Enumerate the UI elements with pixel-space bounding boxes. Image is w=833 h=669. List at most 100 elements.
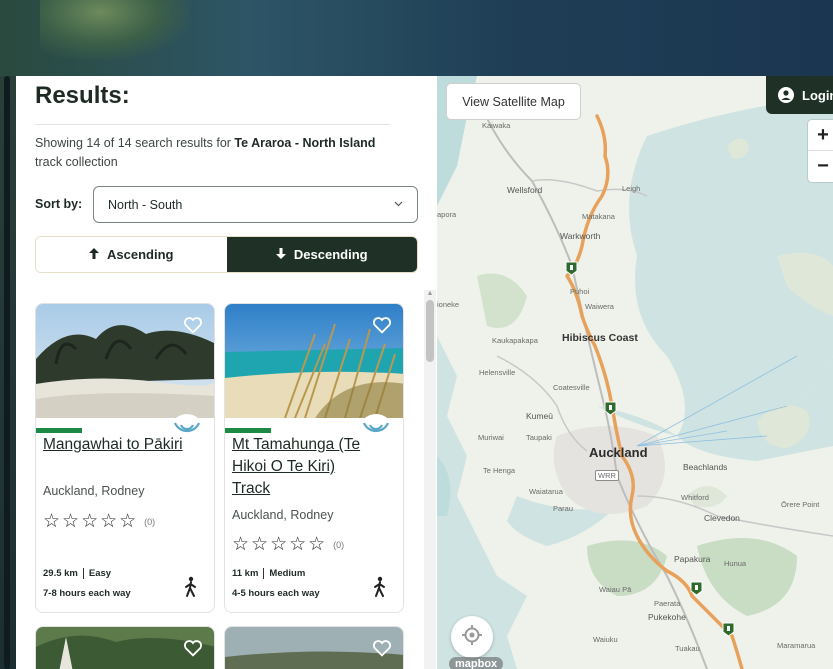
track-rating: ☆☆☆☆☆ (0)	[232, 533, 344, 556]
map-label-taupaki: Taupaki	[526, 433, 552, 442]
track-title[interactable]: Mangawhai to Pākiri	[43, 434, 183, 456]
difficulty-bar	[225, 428, 271, 433]
motorway-shield: WRR	[595, 470, 619, 481]
track-distance-difficulty: 29.5 km Easy	[43, 568, 111, 579]
map-label-puhoi: Puhoi	[570, 287, 590, 296]
track-rating: ☆☆☆☆☆ (0)	[43, 510, 155, 533]
map-label-auckland: Auckland	[589, 445, 648, 460]
map-label-maramarua: Maramarua	[777, 641, 816, 650]
walking-icon	[371, 576, 389, 598]
track-card[interactable]: Mt Tamahunga (Te Hikoi O Te Kiri) Track …	[224, 303, 404, 613]
heart-icon[interactable]	[371, 314, 393, 336]
separator	[82, 568, 84, 579]
crosshair-icon	[461, 624, 483, 651]
map-label-kumeu: Kumeū	[526, 411, 553, 421]
sort-order-toggle: Ascending Descending	[35, 236, 418, 273]
sort-select[interactable]: North - South	[93, 186, 418, 223]
track-marker-icon[interactable]	[722, 622, 735, 637]
track-marker-icon[interactable]	[690, 581, 703, 596]
track-title[interactable]: Mt Tamahunga (Te Hikoi O Te Kiri) Track	[232, 434, 372, 500]
map-label-kaiwaka: Kaiwaka	[482, 121, 511, 130]
track-time: 4-5 hours each way	[232, 588, 320, 599]
mapbox-attribution[interactable]: mapbox	[449, 657, 504, 669]
map-label-tuakau: Tuakau	[675, 644, 700, 653]
map-label-waiuku: Waiuku	[593, 635, 618, 644]
track-distance-difficulty: 11 km Medium	[232, 568, 305, 579]
map-label-coatesville: Coatesville	[553, 383, 590, 392]
map-label-papakura: Papakura	[674, 554, 711, 564]
track-time: 7-8 hours each way	[43, 588, 131, 599]
results-title: Results:	[35, 82, 130, 109]
rating-stars: ☆☆☆☆☆	[43, 511, 139, 532]
map-label-muriwai: Muriwai	[478, 433, 504, 442]
map-label-ioneke: ioneke	[437, 300, 460, 309]
heart-icon[interactable]	[182, 637, 204, 659]
scroll-up-icon[interactable]: ▲	[426, 290, 434, 298]
satellite-header-strip	[0, 0, 833, 76]
sort-select-value: North - South	[108, 197, 183, 212]
sort-label: Sort by:	[35, 197, 83, 211]
arrow-down-icon	[275, 247, 286, 262]
map-label-matakana: Matakana	[582, 212, 615, 221]
results-list: Mangawhai to Pākiri Auckland, Rodney ☆☆☆…	[35, 300, 413, 669]
map-label-whitford: Whitford	[681, 493, 709, 502]
track-difficulty: Medium	[269, 568, 306, 580]
map-label-helensville: Helensville	[479, 368, 516, 377]
track-card[interactable]	[224, 626, 404, 669]
walking-icon	[182, 576, 200, 598]
track-card[interactable]: Mangawhai to Pākiri Auckland, Rodney ☆☆☆…	[35, 303, 215, 613]
login-label: Login	[802, 87, 833, 103]
difficulty-bar	[36, 428, 82, 433]
track-location: Auckland, Rodney	[232, 508, 334, 522]
map-label-waiwera: Waiwera	[585, 302, 614, 311]
user-icon	[778, 87, 794, 103]
map-label-beachlands: Beachlands	[683, 462, 728, 472]
track-distance: 29.5 km	[43, 568, 78, 580]
map-label-te-henga: Te Henga	[483, 466, 516, 475]
geolocate-button[interactable]	[451, 616, 493, 658]
arrow-up-icon	[89, 247, 100, 262]
map-label-kaukapakapa: Kaukapakapa	[492, 336, 538, 345]
rating-count: (0)	[333, 539, 345, 550]
track-card[interactable]	[35, 626, 215, 669]
track-marker-icon[interactable]	[604, 401, 617, 416]
map-label-clevedon: Clevedon	[704, 513, 740, 523]
map-label-wellsford: Wellsford	[507, 185, 543, 195]
map-label-hibiscus-coast: Hibiscus Coast	[562, 332, 638, 344]
map-label-parau: Parau	[553, 504, 574, 513]
map-label-waiatarua: Waiatarua	[529, 487, 563, 496]
results-summary: Showing 14 of 14 search results for Te A…	[35, 134, 405, 172]
satellite-map-button[interactable]: View Satellite Map	[446, 83, 581, 120]
summary-prefix: Showing 14 of 14 search results for	[35, 136, 235, 150]
map-label-pukekohe: Pukekohe	[648, 612, 686, 622]
separator	[263, 568, 265, 579]
zoom-controls: + −	[808, 120, 833, 182]
heart-icon[interactable]	[371, 637, 393, 659]
results-divider	[35, 124, 390, 125]
track-marker-icon[interactable]	[565, 261, 578, 276]
scrollbar-thumb[interactable]	[426, 300, 434, 362]
map-label-paerata: Paerata	[654, 599, 681, 608]
zoom-out-button[interactable]: −	[808, 151, 833, 182]
map-label-apora: apora	[437, 210, 457, 219]
summary-collection: Te Araroa - North Island	[234, 136, 376, 150]
chevron-down-icon	[394, 199, 403, 210]
left-edge-strip	[0, 76, 16, 669]
login-button[interactable]: Login	[766, 76, 833, 114]
map-label-waiau-pa: Waiau Pā	[599, 585, 632, 594]
track-location: Auckland, Rodney	[43, 484, 145, 498]
zoom-in-button[interactable]: +	[808, 120, 833, 151]
descending-label: Descending	[293, 247, 368, 262]
results-panel: Results: Showing 14 of 14 search results…	[16, 76, 437, 669]
heart-icon[interactable]	[182, 314, 204, 336]
descending-button[interactable]: Descending	[226, 237, 417, 272]
track-difficulty: Easy	[88, 568, 112, 580]
map-label-orere-point: Ōrere Point	[781, 500, 820, 509]
track-distance: 11 km	[232, 568, 259, 580]
ascending-button[interactable]: Ascending	[36, 237, 227, 272]
map-label-warkworth: Warkworth	[560, 231, 601, 241]
ascending-label: Ascending	[107, 247, 174, 262]
map-label-hunua: Hunua	[724, 559, 747, 568]
map-view[interactable]: Kaiwaka Wellsford Leigh Matakana Warkwor…	[437, 76, 833, 669]
rating-count: (0)	[144, 516, 156, 527]
